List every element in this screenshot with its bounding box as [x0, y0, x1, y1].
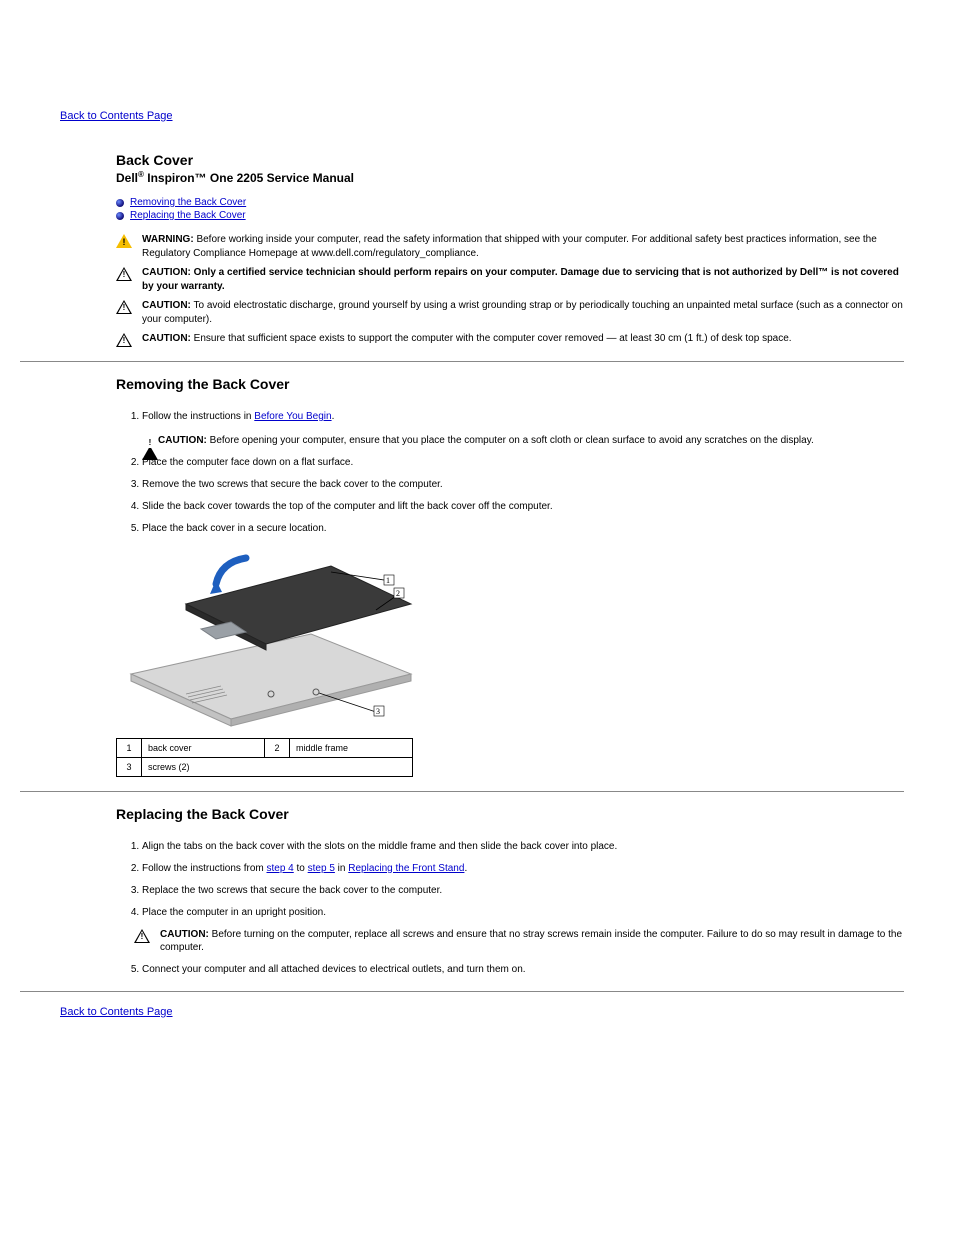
- warning-notice: WARNING: Before working inside your comp…: [142, 233, 904, 260]
- replacing-caution: CAUTION: Before turning on the computer,…: [160, 928, 904, 955]
- back-to-contents-top[interactable]: Back to Contents Page: [60, 110, 904, 122]
- callout-label-2: middle frame: [290, 738, 413, 757]
- removing-step-1: Follow the instructions in Before You Be…: [142, 410, 904, 448]
- replacing-step-5: Connect your computer and all attached d…: [142, 963, 904, 977]
- caution2-label: CAUTION:: [142, 300, 191, 311]
- step2-end: .: [464, 863, 467, 874]
- callouts-table: 1 back cover 2 middle frame 3 screws (2): [116, 738, 413, 777]
- removing-step-4: Slide the back cover towards the top of …: [142, 500, 904, 514]
- step1-suffix: .: [332, 411, 335, 422]
- caution2-notice: CAUTION: To avoid electrostatic discharg…: [142, 299, 904, 326]
- replacing-front-stand-link[interactable]: Replacing the Front Stand: [348, 863, 464, 874]
- caution-icon: [116, 267, 132, 281]
- caution3-notice: CAUTION: Ensure that sufficient space ex…: [142, 332, 904, 346]
- replacing-step-1: Align the tabs on the back cover with th…: [142, 840, 904, 854]
- caution-icon: [116, 300, 132, 314]
- callout-label-3: screws (2): [142, 757, 413, 776]
- svg-text:2: 2: [396, 589, 400, 598]
- back-to-contents-bottom[interactable]: Back to Contents Page: [60, 1006, 173, 1018]
- callout-num-1: 1: [117, 738, 142, 757]
- removing-step-3: Remove the two screws that secure the ba…: [142, 478, 904, 492]
- bullet-icon: [116, 199, 124, 207]
- divider: [20, 791, 904, 792]
- step2-linked-suffix: in: [335, 863, 348, 874]
- caution1-label: CAUTION:: [142, 267, 191, 278]
- step2-mid: to: [294, 863, 308, 874]
- callout-label-1: back cover: [142, 738, 265, 757]
- caution-icon: [142, 435, 158, 460]
- removing-heading: Removing the Back Cover: [116, 376, 904, 392]
- callout-num-3: 3: [117, 757, 142, 776]
- step4-link[interactable]: step 4: [267, 863, 294, 874]
- replacing-step-2: Follow the instructions from step 4 to s…: [142, 862, 904, 876]
- replacing-caution-label: CAUTION:: [160, 929, 209, 940]
- replacing-caution-text: Before turning on the computer, replace …: [160, 929, 902, 954]
- caution1-text: Only a certified service technician shou…: [142, 267, 899, 292]
- caution2-text: To avoid electrostatic discharge, ground…: [142, 300, 903, 325]
- divider: [20, 991, 904, 992]
- toc-removing-link[interactable]: Removing the Back Cover: [130, 197, 246, 208]
- toc-replacing-link[interactable]: Replacing the Back Cover: [130, 210, 246, 221]
- subtitle-brand: Dell: [116, 171, 138, 185]
- bullet-icon: [116, 212, 124, 220]
- svg-text:1: 1: [386, 576, 390, 585]
- page-title: Back Cover: [116, 152, 904, 168]
- step-caution-label: CAUTION:: [158, 435, 207, 446]
- step-caution-text: Before opening your computer, ensure tha…: [207, 435, 814, 446]
- caution1-notice: CAUTION: Only a certified service techni…: [142, 266, 904, 293]
- replacing-step-4: Place the computer in an upright positio…: [142, 906, 904, 920]
- removing-step-5: Place the back cover in a secure locatio…: [142, 522, 904, 536]
- replacing-heading: Replacing the Back Cover: [116, 806, 904, 822]
- doc-subtitle: Dell® Inspiron™ One 2205 Service Manual: [116, 170, 904, 185]
- caution3-label: CAUTION:: [142, 333, 191, 344]
- caution-icon: [116, 333, 132, 347]
- warning-icon: [116, 234, 132, 248]
- step2-linked-prefix: Follow the instructions from: [142, 863, 267, 874]
- warning-label: WARNING:: [142, 234, 194, 245]
- replacing-step-3: Replace the two screws that secure the b…: [142, 884, 904, 898]
- divider: [20, 361, 904, 362]
- step5-link[interactable]: step 5: [308, 863, 335, 874]
- caution-icon: [134, 929, 150, 943]
- step1-prefix: Follow the instructions in: [142, 411, 254, 422]
- removing-step-2: Place the computer face down on a flat s…: [142, 456, 904, 470]
- before-you-begin-link[interactable]: Before You Begin: [254, 411, 331, 422]
- subtitle-rest: Inspiron™ One 2205 Service Manual: [144, 171, 354, 185]
- callout-num-2: 2: [265, 738, 290, 757]
- svg-text:3: 3: [376, 707, 380, 716]
- back-cover-diagram: 1 2 3: [116, 544, 426, 734]
- warning-text: Before working inside your computer, rea…: [142, 234, 877, 259]
- caution3-text: Ensure that sufficient space exists to s…: [191, 333, 792, 344]
